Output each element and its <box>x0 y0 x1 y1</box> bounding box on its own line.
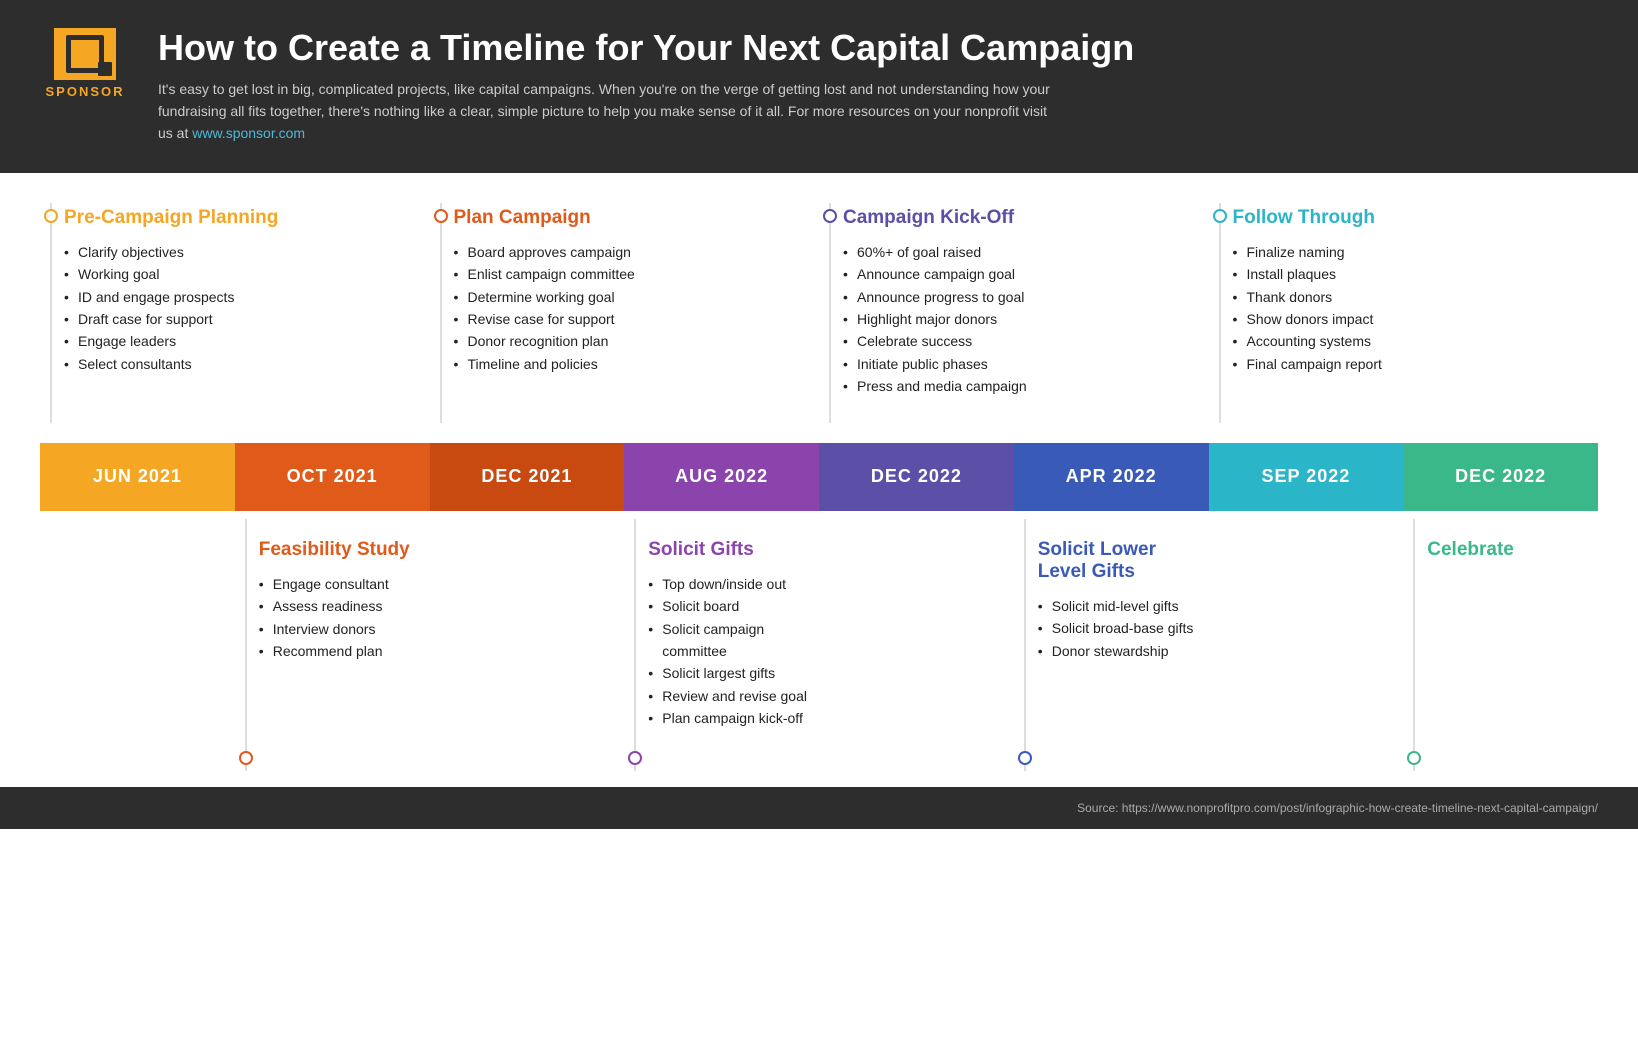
bottom-col-empty-7 <box>1209 519 1404 771</box>
list-item: Enlist campaign committee <box>454 263 804 285</box>
phase-solicit-gifts: Solicit Gifts Top down/inside out Solici… <box>624 519 819 771</box>
phase-feasibility: Feasibility Study Engage consultant Asse… <box>235 519 430 771</box>
list-item: Announce campaign goal <box>843 263 1193 285</box>
logo-icon <box>54 28 116 80</box>
list-item: Install plaques <box>1233 263 1583 285</box>
list-item: Timeline and policies <box>454 353 804 375</box>
phase-title-solicit-lower: Solicit Lower Level Gifts <box>1038 539 1199 583</box>
date-bar: JUN 2021 OCT 2021 DEC 2021 AUG 2022 DEC … <box>40 443 1598 511</box>
date-sep2022: SEP 2022 <box>1209 443 1404 511</box>
list-item: Press and media campaign <box>843 375 1193 397</box>
sponsor-link[interactable]: www.sponsor.com <box>192 125 305 141</box>
phase-solicit-lower: Solicit Lower Level Gifts Solicit mid-le… <box>1014 519 1209 771</box>
phase-title-pre-campaign: Pre-Campaign Planning <box>64 207 414 229</box>
list-item: Initiate public phases <box>843 353 1193 375</box>
list-item: ID and engage prospects <box>64 286 414 308</box>
list-item: Show donors impact <box>1233 308 1583 330</box>
list-item: Review and revise goal <box>648 685 809 707</box>
date-oct2021: OCT 2021 <box>235 443 430 511</box>
header-description: It's easy to get lost in big, complicate… <box>158 78 1058 145</box>
list-item: Accounting systems <box>1233 330 1583 352</box>
list-item: Donor recognition plan <box>454 330 804 352</box>
date-apr2022: APR 2022 <box>1014 443 1209 511</box>
date-dec2022b: DEC 2022 <box>1403 443 1598 511</box>
logo-area: SPONSOR <box>40 28 130 99</box>
date-dec2022a: DEC 2022 <box>819 443 1014 511</box>
phase-pre-campaign: Pre-Campaign Planning Clarify objectives… <box>40 203 430 423</box>
list-item: Board approves campaign <box>454 241 804 263</box>
page-title: How to Create a Timeline for Your Next C… <box>158 28 1598 68</box>
phase-title-solicit-gifts: Solicit Gifts <box>648 539 809 561</box>
phase-list-plan-campaign: Board approves campaign Enlist campaign … <box>454 241 804 375</box>
main-content: Pre-Campaign Planning Clarify objectives… <box>0 173 1638 771</box>
list-item: Top down/inside out <box>648 573 809 595</box>
list-item: Engage consultant <box>259 573 420 595</box>
phase-list-pre-campaign: Clarify objectives Working goal ID and e… <box>64 241 414 375</box>
timeline-wrapper: Pre-Campaign Planning Clarify objectives… <box>40 203 1598 771</box>
list-item: Determine working goal <box>454 286 804 308</box>
phase-title-feasibility: Feasibility Study <box>259 539 420 561</box>
phase-campaign-kickoff: Campaign Kick-Off 60%+ of goal raised An… <box>819 203 1209 423</box>
logo-text: SPONSOR <box>45 84 124 99</box>
list-item: Interview donors <box>259 618 420 640</box>
list-item: Engage leaders <box>64 330 414 352</box>
phase-list-solicit-gifts: Top down/inside out Solicit board Solici… <box>648 573 809 730</box>
phase-list-campaign-kickoff: 60%+ of goal raised Announce campaign go… <box>843 241 1193 398</box>
list-item: Solicit board <box>648 595 809 617</box>
list-item: Clarify objectives <box>64 241 414 263</box>
list-item: Announce progress to goal <box>843 286 1193 308</box>
list-item: Solicit mid-level gifts <box>1038 595 1199 617</box>
list-item: Thank donors <box>1233 286 1583 308</box>
source-text: Source: https://www.nonprofitpro.com/pos… <box>1077 801 1598 815</box>
header-content: How to Create a Timeline for Your Next C… <box>158 28 1598 145</box>
list-item: Celebrate success <box>843 330 1193 352</box>
date-aug2022: AUG 2022 <box>624 443 819 511</box>
list-item: Recommend plan <box>259 640 420 662</box>
list-item: Solicit largest gifts <box>648 662 809 684</box>
date-dec2021: DEC 2021 <box>430 443 625 511</box>
phase-list-follow-through: Finalize naming Install plaques Thank do… <box>1233 241 1583 375</box>
phase-celebrate: Celebrate <box>1403 519 1598 771</box>
phase-plan-campaign: Plan Campaign Board approves campaign En… <box>430 203 820 423</box>
phase-title-celebrate: Celebrate <box>1427 539 1588 561</box>
list-item: Final campaign report <box>1233 353 1583 375</box>
list-item: Working goal <box>64 263 414 285</box>
bottom-col-empty-3 <box>430 519 625 771</box>
list-item: Select consultants <box>64 353 414 375</box>
list-item: Solicit broad-base gifts <box>1038 617 1199 639</box>
phase-title-plan-campaign: Plan Campaign <box>454 207 804 229</box>
bottom-col-empty-5 <box>819 519 1014 771</box>
list-item: Finalize naming <box>1233 241 1583 263</box>
phase-list-solicit-lower: Solicit mid-level gifts Solicit broad-ba… <box>1038 595 1199 662</box>
phase-title-follow-through: Follow Through <box>1233 207 1583 229</box>
list-item: Draft case for support <box>64 308 414 330</box>
list-item: Plan campaign kick-off <box>648 707 809 729</box>
phase-title-campaign-kickoff: Campaign Kick-Off <box>843 207 1193 229</box>
list-item: Assess readiness <box>259 595 420 617</box>
list-item: 60%+ of goal raised <box>843 241 1193 263</box>
phase-list-feasibility: Engage consultant Assess readiness Inter… <box>259 573 420 663</box>
date-jun2021: JUN 2021 <box>40 443 235 511</box>
phase-follow-through: Follow Through Finalize naming Install p… <box>1209 203 1599 423</box>
header: SPONSOR How to Create a Timeline for You… <box>0 0 1638 173</box>
list-item: Revise case for support <box>454 308 804 330</box>
list-item: Highlight major donors <box>843 308 1193 330</box>
list-item: Donor stewardship <box>1038 640 1199 662</box>
list-item: Solicit campaign committee <box>648 618 809 663</box>
bottom-col-empty-1 <box>40 519 235 771</box>
source-bar: Source: https://www.nonprofitpro.com/pos… <box>0 787 1638 829</box>
